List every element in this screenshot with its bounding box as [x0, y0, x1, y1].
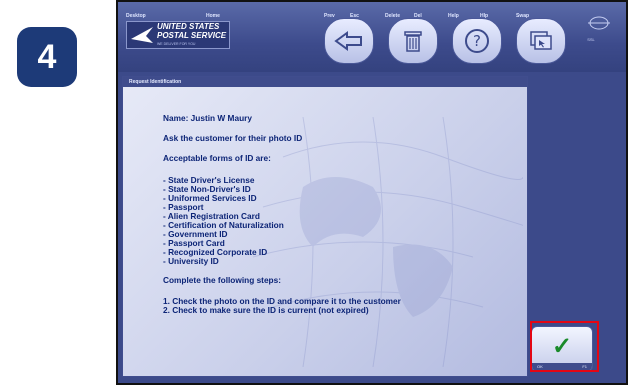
logo-line-1: UNITED STATES	[157, 21, 220, 31]
help-button[interactable]: ?	[452, 18, 502, 64]
home-label: Home	[206, 13, 220, 19]
acceptable-forms-heading: Acceptable forms of ID are:	[163, 153, 271, 163]
logo-tagline: WE DELIVER FOR YOU	[157, 41, 196, 46]
swap-window-icon	[530, 31, 552, 50]
list-item: - University ID	[163, 256, 219, 266]
svg-text:?: ?	[473, 32, 481, 50]
ok-highlight-frame	[530, 321, 599, 372]
delete-label: Delete	[385, 13, 401, 19]
ssl-indicator: SSL	[566, 11, 616, 47]
swap-label: Swap	[516, 13, 530, 19]
arrow-left-icon	[334, 31, 362, 51]
ask-photo-id: Ask the customer for their photo ID	[163, 133, 303, 143]
customer-name: Name: Justin W Maury	[163, 113, 252, 123]
step-item: 2. Check to make sure the ID is current …	[163, 305, 369, 315]
ssl-eagle-icon	[588, 16, 610, 30]
world-map-background	[252, 117, 523, 367]
desktop-label: Desktop	[126, 13, 146, 19]
prev-button[interactable]	[324, 18, 374, 64]
steps-heading: Complete the following steps:	[163, 275, 282, 285]
question-icon: ?	[465, 29, 489, 53]
swap-button[interactable]	[516, 18, 566, 64]
step-number-badge: 4	[17, 27, 77, 87]
trash-icon	[404, 31, 422, 52]
usps-logo[interactable]: UNITED STATES POSTAL SERVICE WE DELIVER …	[126, 21, 230, 49]
delete-button[interactable]	[388, 18, 438, 64]
ssl-caption: SSL	[587, 37, 595, 42]
top-toolbar: Desktop Home UNITED STATES POSTAL SERVIC…	[118, 2, 626, 72]
logo-line-2: POSTAL SERVICE	[157, 30, 227, 40]
help-label: Help	[448, 13, 459, 19]
eagle-icon	[131, 27, 153, 43]
request-identification-panel: Request Identification Name: Justin W Ma…	[122, 76, 528, 377]
panel-title: Request Identification	[123, 77, 527, 87]
prev-label: Prev	[324, 13, 335, 19]
